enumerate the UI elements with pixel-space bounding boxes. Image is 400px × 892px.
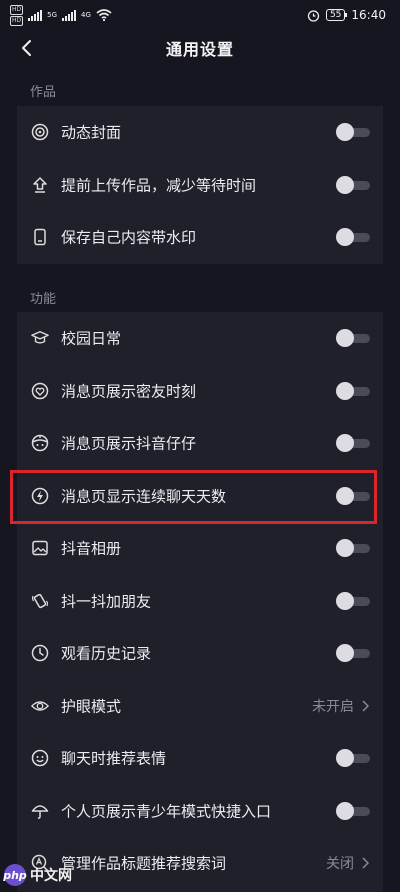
clock-icon [31, 644, 49, 662]
wifi-icon [96, 9, 112, 21]
watermark: php 中文网 [3, 864, 72, 886]
toggle-switch[interactable] [336, 228, 370, 247]
setting-row-shake-friends[interactable]: 抖一抖加朋友 [17, 575, 383, 628]
setting-label: 管理作品标题推荐搜索词 [61, 854, 227, 873]
section-header-works: 作品 [30, 85, 57, 100]
setting-label: 校园日常 [61, 329, 122, 348]
upload-icon [31, 176, 49, 194]
nav-bar: 通用设置 [0, 30, 400, 66]
network-label-2: 4G [81, 11, 91, 19]
setting-label: 抖一抖加朋友 [61, 592, 152, 611]
toggle-switch[interactable] [336, 434, 370, 453]
setting-row-watch-history[interactable]: 观看历史记录 [17, 627, 383, 680]
signal-icon-2 [62, 9, 77, 21]
setting-value[interactable]: 关闭 [326, 853, 369, 873]
network-label-1: 5G [47, 11, 58, 19]
setting-label: 消息页展示密友时刻 [61, 382, 197, 401]
toggle-switch[interactable] [336, 175, 370, 194]
eye-icon [31, 697, 49, 715]
battery-indicator: 55 [325, 9, 348, 21]
setting-row-album[interactable]: 抖音相册 [17, 522, 383, 575]
emoji-icon [31, 749, 49, 767]
setting-label: 抖音相册 [61, 539, 122, 558]
toggle-switch[interactable] [336, 644, 370, 663]
phone-icon [31, 228, 49, 246]
status-bar: HD HD 5G 4G 55 16:40 [0, 0, 400, 30]
target-icon [31, 123, 49, 141]
setting-row-teen-mode-shortcut[interactable]: 个人页展示青少年模式快捷入口 [17, 785, 383, 838]
setting-value-text: 未开启 [312, 698, 354, 715]
setting-row-douyin-zaizai[interactable]: 消息页展示抖音仔仔 [17, 417, 383, 470]
setting-label: 聊天时推荐表情 [61, 749, 167, 768]
toggle-switch[interactable] [336, 749, 370, 768]
avatar-face-icon [31, 434, 49, 452]
toggle-switch[interactable] [336, 801, 370, 820]
chevron-right-icon [362, 700, 369, 712]
setting-label: 个人页展示青少年模式快捷入口 [61, 802, 272, 821]
settings-card-works: 动态封面 提前上传作品，减少等待时间 保存自己内容带水印 [17, 106, 383, 264]
setting-row-close-friends[interactable]: 消息页展示密友时刻 [17, 365, 383, 418]
toggle-switch[interactable] [336, 329, 370, 348]
status-time: 16:40 [351, 8, 386, 22]
setting-label: 消息页展示抖音仔仔 [61, 434, 197, 453]
settings-card-features: 校园日常 消息页展示密友时刻 消息页展示抖音仔仔 消息页显示连续聊天天数 抖音相… [17, 312, 383, 892]
setting-row-pre-upload[interactable]: 提前上传作品，减少等待时间 [17, 159, 383, 212]
chevron-right-icon [362, 857, 369, 869]
back-icon[interactable] [14, 36, 38, 60]
shake-phone-icon [31, 592, 49, 610]
album-icon [31, 539, 49, 557]
setting-label: 护眼模式 [61, 697, 122, 716]
page-title: 通用设置 [165, 40, 234, 59]
toggle-switch[interactable] [336, 539, 370, 558]
setting-value-text: 关闭 [326, 856, 354, 873]
heart-badge-icon [31, 382, 49, 400]
section-header-features: 功能 [30, 292, 57, 307]
setting-label: 动态封面 [61, 123, 122, 142]
setting-label: 保存自己内容带水印 [61, 228, 197, 247]
highlight-annotation-box [10, 470, 377, 524]
setting-label: 提前上传作品，减少等待时间 [61, 176, 257, 195]
setting-value[interactable]: 未开启 [312, 696, 369, 716]
alarm-icon [307, 9, 320, 22]
setting-row-eye-care[interactable]: 护眼模式 未开启 [17, 680, 383, 733]
toggle-switch[interactable] [336, 123, 370, 142]
setting-row-campus[interactable]: 校园日常 [17, 312, 383, 365]
setting-row-dynamic-cover[interactable]: 动态封面 [17, 106, 383, 159]
setting-label: 观看历史记录 [61, 644, 152, 663]
toggle-switch[interactable] [336, 591, 370, 610]
graduation-cap-icon [31, 329, 49, 347]
setting-row-emoji-suggest[interactable]: 聊天时推荐表情 [17, 732, 383, 785]
setting-row-watermark[interactable]: 保存自己内容带水印 [17, 211, 383, 264]
hd-badge-2: HD [10, 15, 24, 26]
hd-badge-1: HD [10, 4, 24, 15]
watermark-logo: php [3, 864, 27, 886]
watermark-text: 中文网 [30, 868, 72, 884]
toggle-switch[interactable] [336, 381, 370, 400]
signal-icon-1 [28, 9, 43, 21]
umbrella-icon [31, 802, 49, 820]
